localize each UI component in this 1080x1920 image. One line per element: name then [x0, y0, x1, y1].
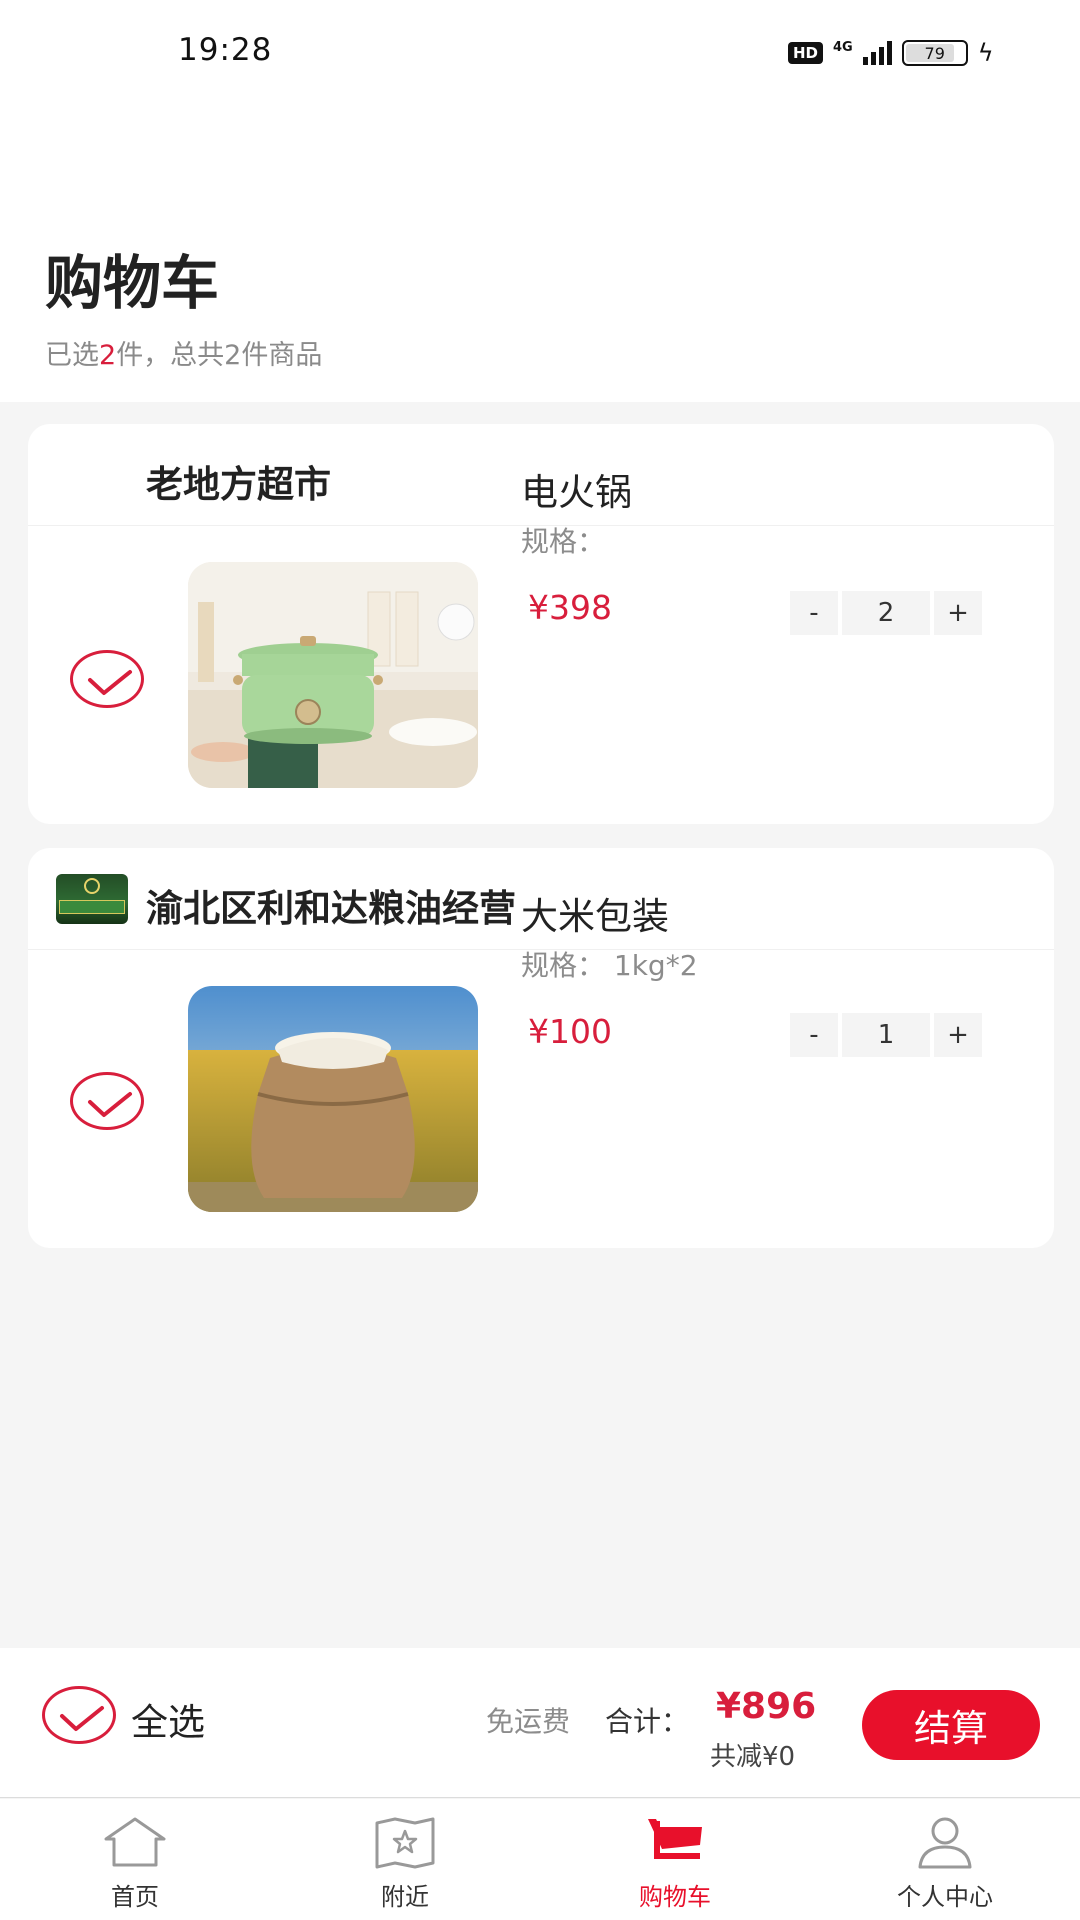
select-all-label[interactable]: 全选	[131, 1692, 205, 1746]
quantity-input[interactable]: 1	[842, 1013, 930, 1057]
battery-icon: 79	[901, 40, 968, 66]
status-time: 19:28	[178, 32, 273, 68]
checkout-button[interactable]: 结算	[862, 1690, 1040, 1760]
check-icon	[88, 1092, 132, 1117]
check-icon	[88, 670, 132, 695]
product-image-rice[interactable]	[188, 986, 478, 1212]
store-card: 渝北区利和达粮油经营 大米包装 规格： 1kg*2 ¥100 - 1 +	[28, 848, 1054, 1248]
tab-label: 首页	[111, 1883, 159, 1911]
check-icon	[60, 1706, 104, 1731]
status-bar: 19:28 HD 4G 79 ϟ	[0, 0, 1080, 100]
battery-level: 79	[924, 43, 945, 63]
increase-button[interactable]: +	[934, 1013, 982, 1057]
total-label: 合计：	[605, 1705, 690, 1738]
tab-label: 附近	[381, 1883, 429, 1911]
product-spec: 规格： 1kg*2	[521, 949, 698, 982]
product-name[interactable]: 电火锅	[521, 462, 632, 516]
store-card: 老地方超市 电火锅 规格： ¥398 - 2 +	[28, 424, 1054, 824]
store-logo	[56, 874, 128, 924]
store-name: 老地方超市	[146, 463, 331, 506]
charging-icon: ϟ	[977, 39, 994, 67]
cart-icon	[648, 1819, 702, 1859]
tab-profile[interactable]: 个人中心	[845, 1799, 1045, 1920]
quantity-input[interactable]: 2	[842, 591, 930, 635]
product-price: ¥398	[528, 588, 612, 627]
selected-count: 2	[99, 340, 117, 371]
summary-suffix: 件，总共2件商品	[116, 340, 323, 371]
tab-home[interactable]: 首页	[35, 1799, 235, 1920]
tab-label: 购物车	[639, 1883, 711, 1911]
hd-icon: HD	[788, 42, 824, 64]
free-shipping-label: 免运费	[486, 1705, 571, 1738]
tab-label: 个人中心	[897, 1883, 993, 1911]
product-name[interactable]: 大米包装	[521, 886, 669, 940]
home-icon	[104, 1817, 166, 1867]
item-checkbox[interactable]	[70, 1072, 144, 1130]
item-checkbox[interactable]	[70, 650, 144, 708]
signal-icon	[862, 41, 892, 65]
checkout-bar: 全选 免运费 合计： ¥896 共减¥0 结算	[0, 1648, 1080, 1798]
quantity-stepper: - 1 +	[790, 1013, 986, 1057]
product-price: ¥100	[528, 1012, 612, 1051]
product-spec: 规格：	[521, 525, 606, 558]
person-icon	[918, 1817, 972, 1869]
tab-bar: 首页 附近 购物车 个人中心	[0, 1799, 1080, 1920]
decrease-button[interactable]: -	[790, 591, 838, 635]
discount-label: 共减¥0	[710, 1742, 796, 1772]
quantity-stepper: - 2 +	[790, 591, 986, 635]
summary-prefix: 已选	[45, 340, 99, 371]
select-all-checkbox[interactable]	[42, 1686, 116, 1744]
tab-cart[interactable]: 购物车	[575, 1799, 775, 1920]
product-image-hotpot[interactable]	[188, 562, 478, 788]
map-star-icon	[375, 1817, 435, 1869]
decrease-button[interactable]: -	[790, 1013, 838, 1057]
status-icons: HD 4G 79 ϟ	[788, 38, 994, 68]
store-name: 渝北区利和达粮油经营	[146, 887, 516, 930]
total-value: ¥896	[716, 1686, 817, 1727]
increase-button[interactable]: +	[934, 591, 982, 635]
page-title: 购物车	[45, 249, 220, 317]
tab-nearby[interactable]: 附近	[305, 1799, 505, 1920]
cart-summary: 已选2件，总共2件商品	[45, 333, 322, 372]
network-icon: 4G	[833, 39, 853, 55]
